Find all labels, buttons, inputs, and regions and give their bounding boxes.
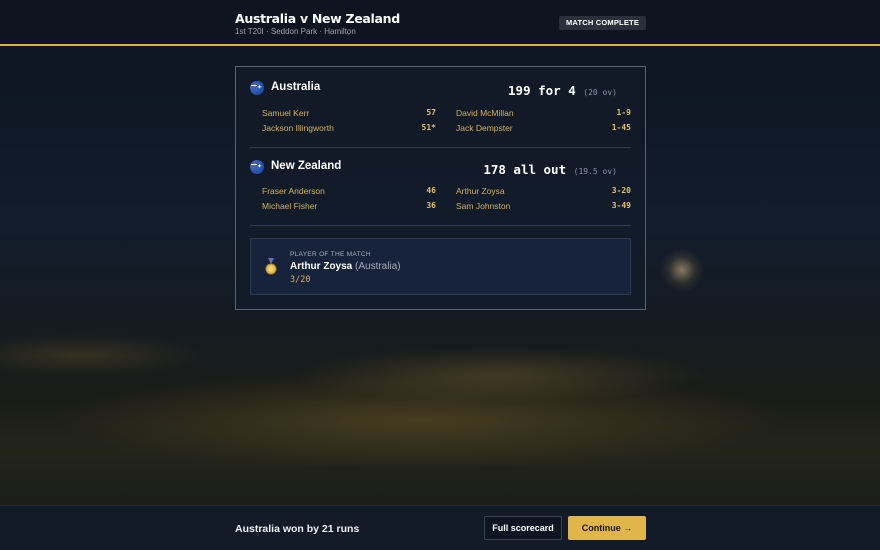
bowler-figures: 3-49: [611, 201, 631, 210]
team-score: 199 for 4 (20 ov): [508, 83, 617, 98]
batter-runs: 36: [426, 201, 436, 210]
potm-player-name: Arthur Zoysa: [290, 261, 353, 272]
innings-new-zealand: New Zealand 178 all out (19.5 ov) Fraser…: [250, 158, 631, 211]
overs-value: (20 ov): [583, 88, 617, 97]
batter-name: Samuel Kerr: [262, 108, 310, 118]
batter-row: Fraser Anderson 46: [262, 186, 436, 200]
potm-label: PLAYER OF THE MATCH: [290, 251, 371, 258]
team-score: 178 all out (19.5 ov): [483, 162, 617, 177]
top-bar: Australia v New Zealand 1st T20I · Seddo…: [0, 0, 880, 46]
status-badge: MATCH COMPLETE: [559, 16, 646, 30]
batter-runs: 57: [426, 108, 436, 117]
match-title: Australia v New Zealand: [235, 11, 400, 26]
bowler-name: Jack Dempster: [456, 123, 513, 133]
match-subtitle: 1st T20I · Seddon Park · Hamilton: [235, 27, 356, 36]
bowler-figures: 1-45: [611, 123, 631, 132]
player-of-match-panel: PLAYER OF THE MATCH Arthur Zoysa (Austra…: [250, 238, 631, 295]
flag-icon: [250, 160, 264, 174]
scorecard-card: Australia 199 for 4 (20 ov) Samuel Kerr …: [235, 66, 646, 310]
bowler-figures: 1-9: [616, 108, 631, 117]
divider: [250, 225, 631, 226]
batter-name: Michael Fisher: [262, 201, 318, 211]
medal-icon: [265, 258, 277, 275]
divider: [250, 147, 631, 148]
match-result: Australia won by 21 runs: [235, 523, 360, 535]
score-value: 199 for 4: [508, 83, 576, 98]
overs-value: (19.5 ov): [573, 167, 617, 176]
innings-australia: Australia 199 for 4 (20 ov) Samuel Kerr …: [250, 79, 631, 133]
bowler-figures: 3-20: [611, 186, 631, 195]
team-header: New Zealand 178 all out (19.5 ov): [250, 158, 631, 180]
bowler-name: David McMillan: [456, 108, 514, 118]
batter-runs: 46: [426, 186, 436, 195]
bowler-row: Arthur Zoysa 3-20: [456, 186, 631, 200]
bottom-bar: Australia won by 21 runs Full scorecard …: [0, 505, 880, 550]
bowler-row: Jack Dempster 1-45: [456, 123, 631, 137]
bowler-name: Sam Johnston: [456, 201, 511, 211]
team-name: Australia: [271, 81, 321, 93]
bowler-row: David McMillan 1-9: [456, 108, 631, 122]
score-value: 178 all out: [483, 162, 567, 177]
batter-name: Jackson Illingworth: [262, 123, 334, 133]
batter-row: Jackson Illingworth 51*: [262, 123, 436, 137]
bowler-name: Arthur Zoysa: [456, 186, 505, 196]
bowler-row: Sam Johnston 3-49: [456, 201, 631, 215]
batter-row: Samuel Kerr 57: [262, 108, 436, 122]
full-scorecard-button[interactable]: Full scorecard: [484, 516, 562, 540]
potm-player: Arthur Zoysa (Australia): [290, 261, 401, 272]
batter-row: Michael Fisher 36: [262, 201, 436, 215]
batter-runs: 51*: [421, 123, 436, 132]
potm-figures: 3/20: [290, 275, 311, 285]
potm-player-team: (Australia): [355, 261, 401, 272]
continue-button[interactable]: Continue →: [568, 516, 646, 540]
batter-name: Fraser Anderson: [262, 186, 325, 196]
flag-icon: [250, 81, 264, 95]
team-name: New Zealand: [271, 160, 342, 172]
team-header: Australia 199 for 4 (20 ov): [250, 79, 631, 101]
